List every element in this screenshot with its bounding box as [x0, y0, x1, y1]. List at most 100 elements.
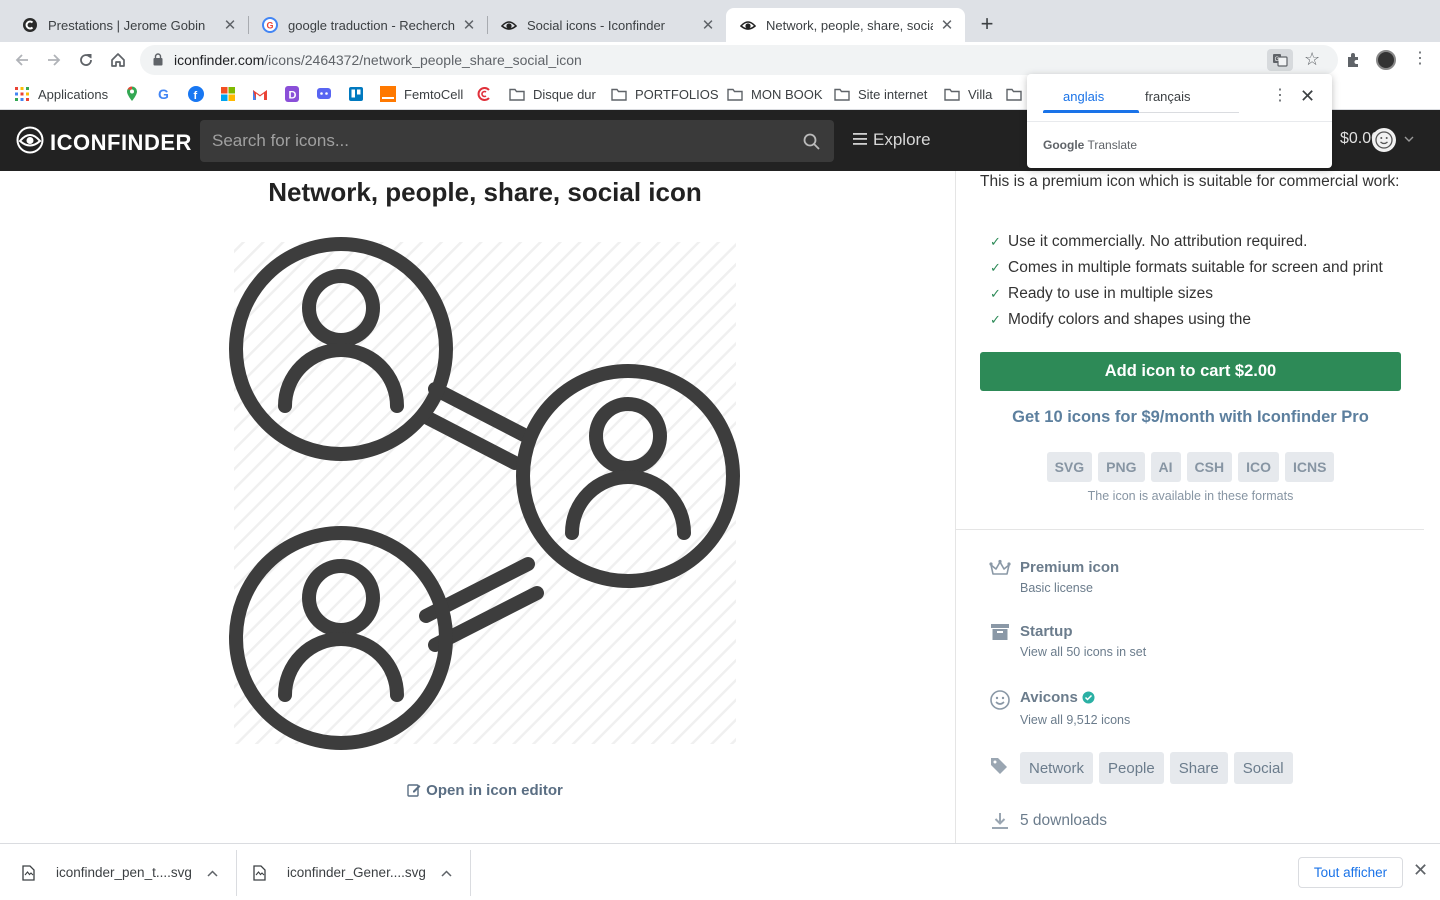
chevron-down-icon[interactable] — [1404, 134, 1414, 145]
bookmark-folder-disque-dur[interactable]: Disque dur — [509, 85, 596, 103]
format-ai: AI — [1150, 452, 1181, 482]
bookmark-trello[interactable] — [348, 85, 364, 103]
translate-options-icon[interactable]: ⋮ — [1272, 88, 1288, 104]
browser-tab-strip: Prestations | Jerome Gobin ✕ G google tr… — [0, 0, 1440, 42]
chevron-up-icon[interactable] — [207, 866, 218, 880]
iconset-title[interactable]: Startup — [1020, 623, 1146, 641]
bookmark-star-icon[interactable]: ☆ — [1304, 49, 1320, 70]
feature-item: ✓ Ready to use in multiple sizes — [990, 285, 1214, 302]
bookmark-applications[interactable]: Applications — [14, 85, 108, 103]
icon-preview-panel: Network, people, share, social icon Open… — [0, 171, 955, 843]
bookmark-microsoft[interactable] — [220, 85, 236, 103]
google-translate-brand: Google Translate — [1043, 138, 1138, 152]
bookmark-maps[interactable] — [124, 85, 140, 103]
close-download-bar-icon[interactable]: ✕ — [1413, 860, 1428, 881]
home-button[interactable] — [106, 48, 130, 72]
add-to-cart-button[interactable]: Add icon to cart $2.00 — [980, 352, 1401, 391]
iconfinder-icon — [739, 17, 757, 33]
bookmark-gmail[interactable] — [252, 85, 268, 103]
open-in-editor-link[interactable]: Open in icon editor — [0, 782, 970, 801]
license-subtitle[interactable]: Basic license — [1020, 579, 1119, 597]
arrow-right-icon — [48, 54, 61, 66]
forward-button[interactable] — [42, 48, 66, 72]
bookmark-folder-mon-book[interactable]: MON BOOK — [727, 85, 823, 103]
translate-close-icon[interactable]: ✕ — [1300, 86, 1315, 107]
browser-menu-icon[interactable]: ⋮ — [1412, 50, 1428, 68]
tab-prestations[interactable]: Prestations | Jerome Gobin ✕ — [8, 8, 248, 42]
bookmark-google[interactable]: G — [156, 85, 172, 103]
download-divider — [470, 850, 471, 896]
license-title[interactable]: Premium icon — [1020, 559, 1119, 577]
iconfinder-icon — [500, 17, 518, 33]
show-all-downloads-button[interactable]: Tout afficher — [1298, 857, 1403, 888]
iconfinder-pro-link[interactable]: Get 10 icons for $9/month with Iconfinde… — [980, 408, 1401, 427]
tab-close-icon[interactable]: ✕ — [461, 16, 477, 34]
bookmark-red-c[interactable] — [477, 85, 493, 103]
translate-source-lang-tab[interactable]: anglais — [1063, 89, 1104, 104]
bookmark-folder-villa[interactable]: Villa — [944, 85, 992, 103]
new-tab-button[interactable]: + — [975, 13, 999, 37]
maps-pin-icon — [124, 86, 140, 102]
author-title[interactable]: Avicons — [1020, 689, 1130, 709]
bookmark-d[interactable]: D — [284, 85, 300, 103]
icon-preview-image — [228, 236, 742, 750]
tag-share[interactable]: Share — [1169, 752, 1228, 784]
translate-icon: G — [1273, 54, 1288, 67]
explore-menu[interactable]: Explore — [853, 130, 931, 150]
arrow-left-icon — [15, 54, 28, 66]
trello-icon — [348, 86, 364, 102]
iconfinder-eye-icon — [16, 126, 44, 160]
format-icns: ICNS — [1284, 452, 1335, 482]
check-icon: ✓ — [990, 312, 1001, 327]
bookmark-facebook[interactable]: f — [188, 85, 204, 103]
tag-people[interactable]: People — [1099, 752, 1164, 784]
format-ico: ICO — [1238, 452, 1279, 482]
smiley-icon — [988, 689, 1012, 711]
bookmark-folder-site-internet[interactable]: Site internet — [834, 85, 927, 103]
reload-button[interactable] — [74, 48, 98, 72]
tag-social[interactable]: Social — [1233, 752, 1293, 784]
profile-avatar[interactable] — [1376, 50, 1396, 70]
svg-file-icon — [253, 864, 269, 881]
download-item[interactable]: iconfinder_Gener....svg — [253, 844, 463, 900]
svg-file-icon — [22, 864, 38, 881]
translate-tab-indicator — [1043, 110, 1139, 113]
iconfinder-logo[interactable]: ICONFINDER — [16, 126, 192, 160]
feature-list: ✓ Use it commercially. No attribution req… — [990, 229, 1410, 333]
bookmark-discord[interactable] — [316, 85, 332, 103]
iconset-info: Startup View all 50 icons in set — [988, 623, 1146, 661]
download-item[interactable]: iconfinder_pen_t....svg — [22, 844, 232, 900]
search-input[interactable] — [200, 120, 780, 162]
download-divider — [236, 850, 237, 896]
folder-icon — [1006, 86, 1022, 102]
check-icon: ✓ — [990, 234, 1001, 249]
iconset-subtitle[interactable]: View all 50 icons in set — [1020, 643, 1146, 661]
download-count: 5 downloads — [988, 812, 1107, 830]
tag-network[interactable]: Network — [1020, 752, 1094, 784]
check-icon: ✓ — [990, 286, 1001, 301]
address-bar[interactable]: iconfinder.com/icons/2464372/network_peo… — [140, 45, 1338, 75]
tab-close-icon[interactable]: ✕ — [939, 16, 955, 34]
formats-note: The icon is available in these formats — [1087, 489, 1294, 503]
tab-google-traduction[interactable]: G google traduction - Recherche ✕ — [248, 8, 487, 42]
bookmark-femtocell[interactable]: FemtoCell — [380, 85, 463, 103]
translate-page-button[interactable]: G — [1267, 49, 1293, 71]
user-avatar-icon[interactable] — [1372, 128, 1396, 152]
tab-close-icon[interactable]: ✕ — [222, 16, 238, 34]
author-subtitle[interactable]: View all 9,512 icons — [1020, 711, 1130, 729]
feature-item: ✓ Modify colors and shapes using the — [990, 311, 1251, 328]
chevron-up-icon[interactable] — [441, 866, 452, 880]
format-badges: SVG PNG AI CSH ICO ICNS — [980, 452, 1401, 482]
search-icon[interactable] — [803, 133, 820, 155]
tab-close-icon[interactable]: ✕ — [700, 16, 716, 34]
check-icon: ✓ — [990, 260, 1001, 275]
translate-popup: anglais français ⋮ ✕ Google Translate — [1027, 74, 1332, 168]
back-button[interactable] — [10, 48, 34, 72]
translate-target-lang-tab[interactable]: français — [1145, 89, 1191, 104]
tab-social-icons[interactable]: Social icons - Iconfinder ✕ — [487, 8, 726, 42]
purchase-panel: This is a premium icon which is suitable… — [956, 171, 1440, 843]
extensions-puzzle-icon[interactable] — [1345, 51, 1363, 74]
bookmark-folder-more[interactable] — [1006, 85, 1022, 103]
bookmark-folder-portfolios[interactable]: PORTFOLIOS — [611, 85, 719, 103]
tab-network-people[interactable]: Network, people, share, social ✕ — [726, 8, 965, 42]
